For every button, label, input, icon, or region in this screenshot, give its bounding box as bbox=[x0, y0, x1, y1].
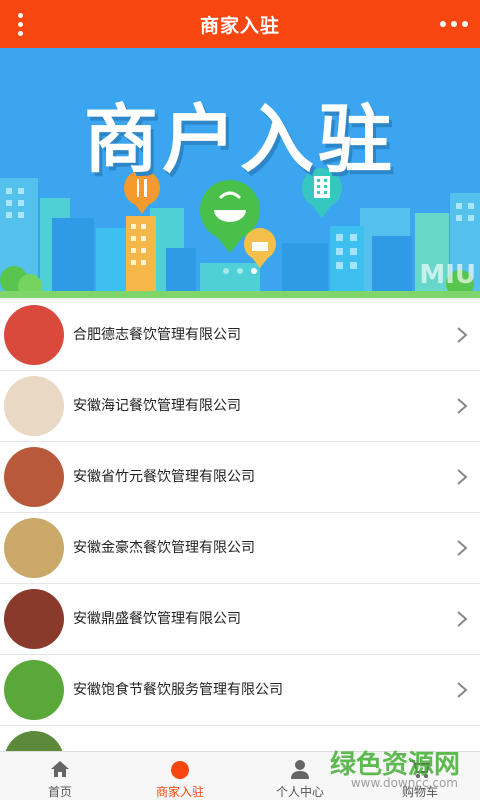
merchant-name: 安徽金豪杰餐饮管理有限公司 bbox=[73, 540, 255, 556]
tab-label: 首页 bbox=[47, 785, 72, 799]
merchant-name: 安徽鼎盛餐饮管理有限公司 bbox=[73, 611, 241, 627]
banner[interactable]: 商户入驻 MIU bbox=[0, 48, 480, 298]
merchant-name: 合肥德志餐饮管理有限公司 bbox=[73, 327, 241, 343]
chevron-right-icon bbox=[457, 327, 468, 343]
carousel-dot[interactable] bbox=[237, 268, 243, 274]
merchant-thumbnail bbox=[4, 376, 64, 436]
merchant-name: 安徽饱食节餐饮服务管理有限公司 bbox=[73, 682, 283, 698]
tab-home[interactable]: 首页 bbox=[0, 752, 120, 800]
merchant-thumbnail bbox=[4, 447, 64, 507]
banner-title: 商户入驻 bbox=[84, 97, 396, 183]
top-bar: 商家入驻 bbox=[0, 0, 480, 48]
merchant-thumbnail bbox=[4, 589, 64, 649]
merchant-name: 安徽海记餐饮管理有限公司 bbox=[73, 398, 241, 414]
user-icon bbox=[291, 760, 309, 779]
list-item[interactable]: 安徽鼎盛餐饮管理有限公司 bbox=[0, 584, 480, 655]
tab-merchant-entry[interactable]: 商家入驻 bbox=[120, 752, 240, 800]
merchant-thumbnail bbox=[4, 518, 64, 578]
more-icon[interactable] bbox=[440, 12, 468, 36]
list-item[interactable]: 安徽省竹元餐饮管理有限公司 bbox=[0, 442, 480, 513]
merchant-thumbnail bbox=[4, 305, 64, 365]
list-item[interactable]: 安徽金豪杰餐饮管理有限公司 bbox=[0, 513, 480, 584]
carousel-dots bbox=[0, 268, 480, 276]
merchant-list: 合肥德志餐饮管理有限公司 安徽海记餐饮管理有限公司 安徽省竹元餐饮管理有限公司 … bbox=[0, 300, 480, 751]
carousel-dot[interactable] bbox=[223, 268, 229, 274]
chevron-right-icon bbox=[457, 398, 468, 414]
merchant-thumbnail bbox=[4, 660, 64, 720]
cake-pin-icon bbox=[244, 228, 276, 268]
page-title: 商家入驻 bbox=[199, 14, 280, 37]
list-item[interactable]: 合肥德志餐饮管理有限公司 bbox=[0, 300, 480, 371]
tab-label: 商家入驻 bbox=[155, 785, 204, 799]
merchant-thumbnail bbox=[4, 731, 64, 751]
list-item[interactable]: 安徽海记餐饮管理有限公司 bbox=[0, 371, 480, 442]
chevron-right-icon bbox=[457, 611, 468, 627]
chevron-right-icon bbox=[457, 540, 468, 556]
tab-label: 个人中心 bbox=[275, 785, 324, 799]
site-watermark-url: www.downcc.com bbox=[350, 776, 458, 790]
merchant-name: 安徽省竹元餐饮管理有限公司 bbox=[73, 469, 255, 485]
chevron-right-icon bbox=[457, 469, 468, 485]
chevron-right-icon bbox=[457, 682, 468, 698]
dot-icon bbox=[171, 761, 189, 779]
menu-icon[interactable] bbox=[8, 8, 32, 40]
carousel-dot-active[interactable] bbox=[251, 268, 257, 274]
list-item[interactable]: 安徽饱食节餐饮服务管理有限公司 bbox=[0, 655, 480, 726]
home-icon bbox=[51, 761, 69, 777]
